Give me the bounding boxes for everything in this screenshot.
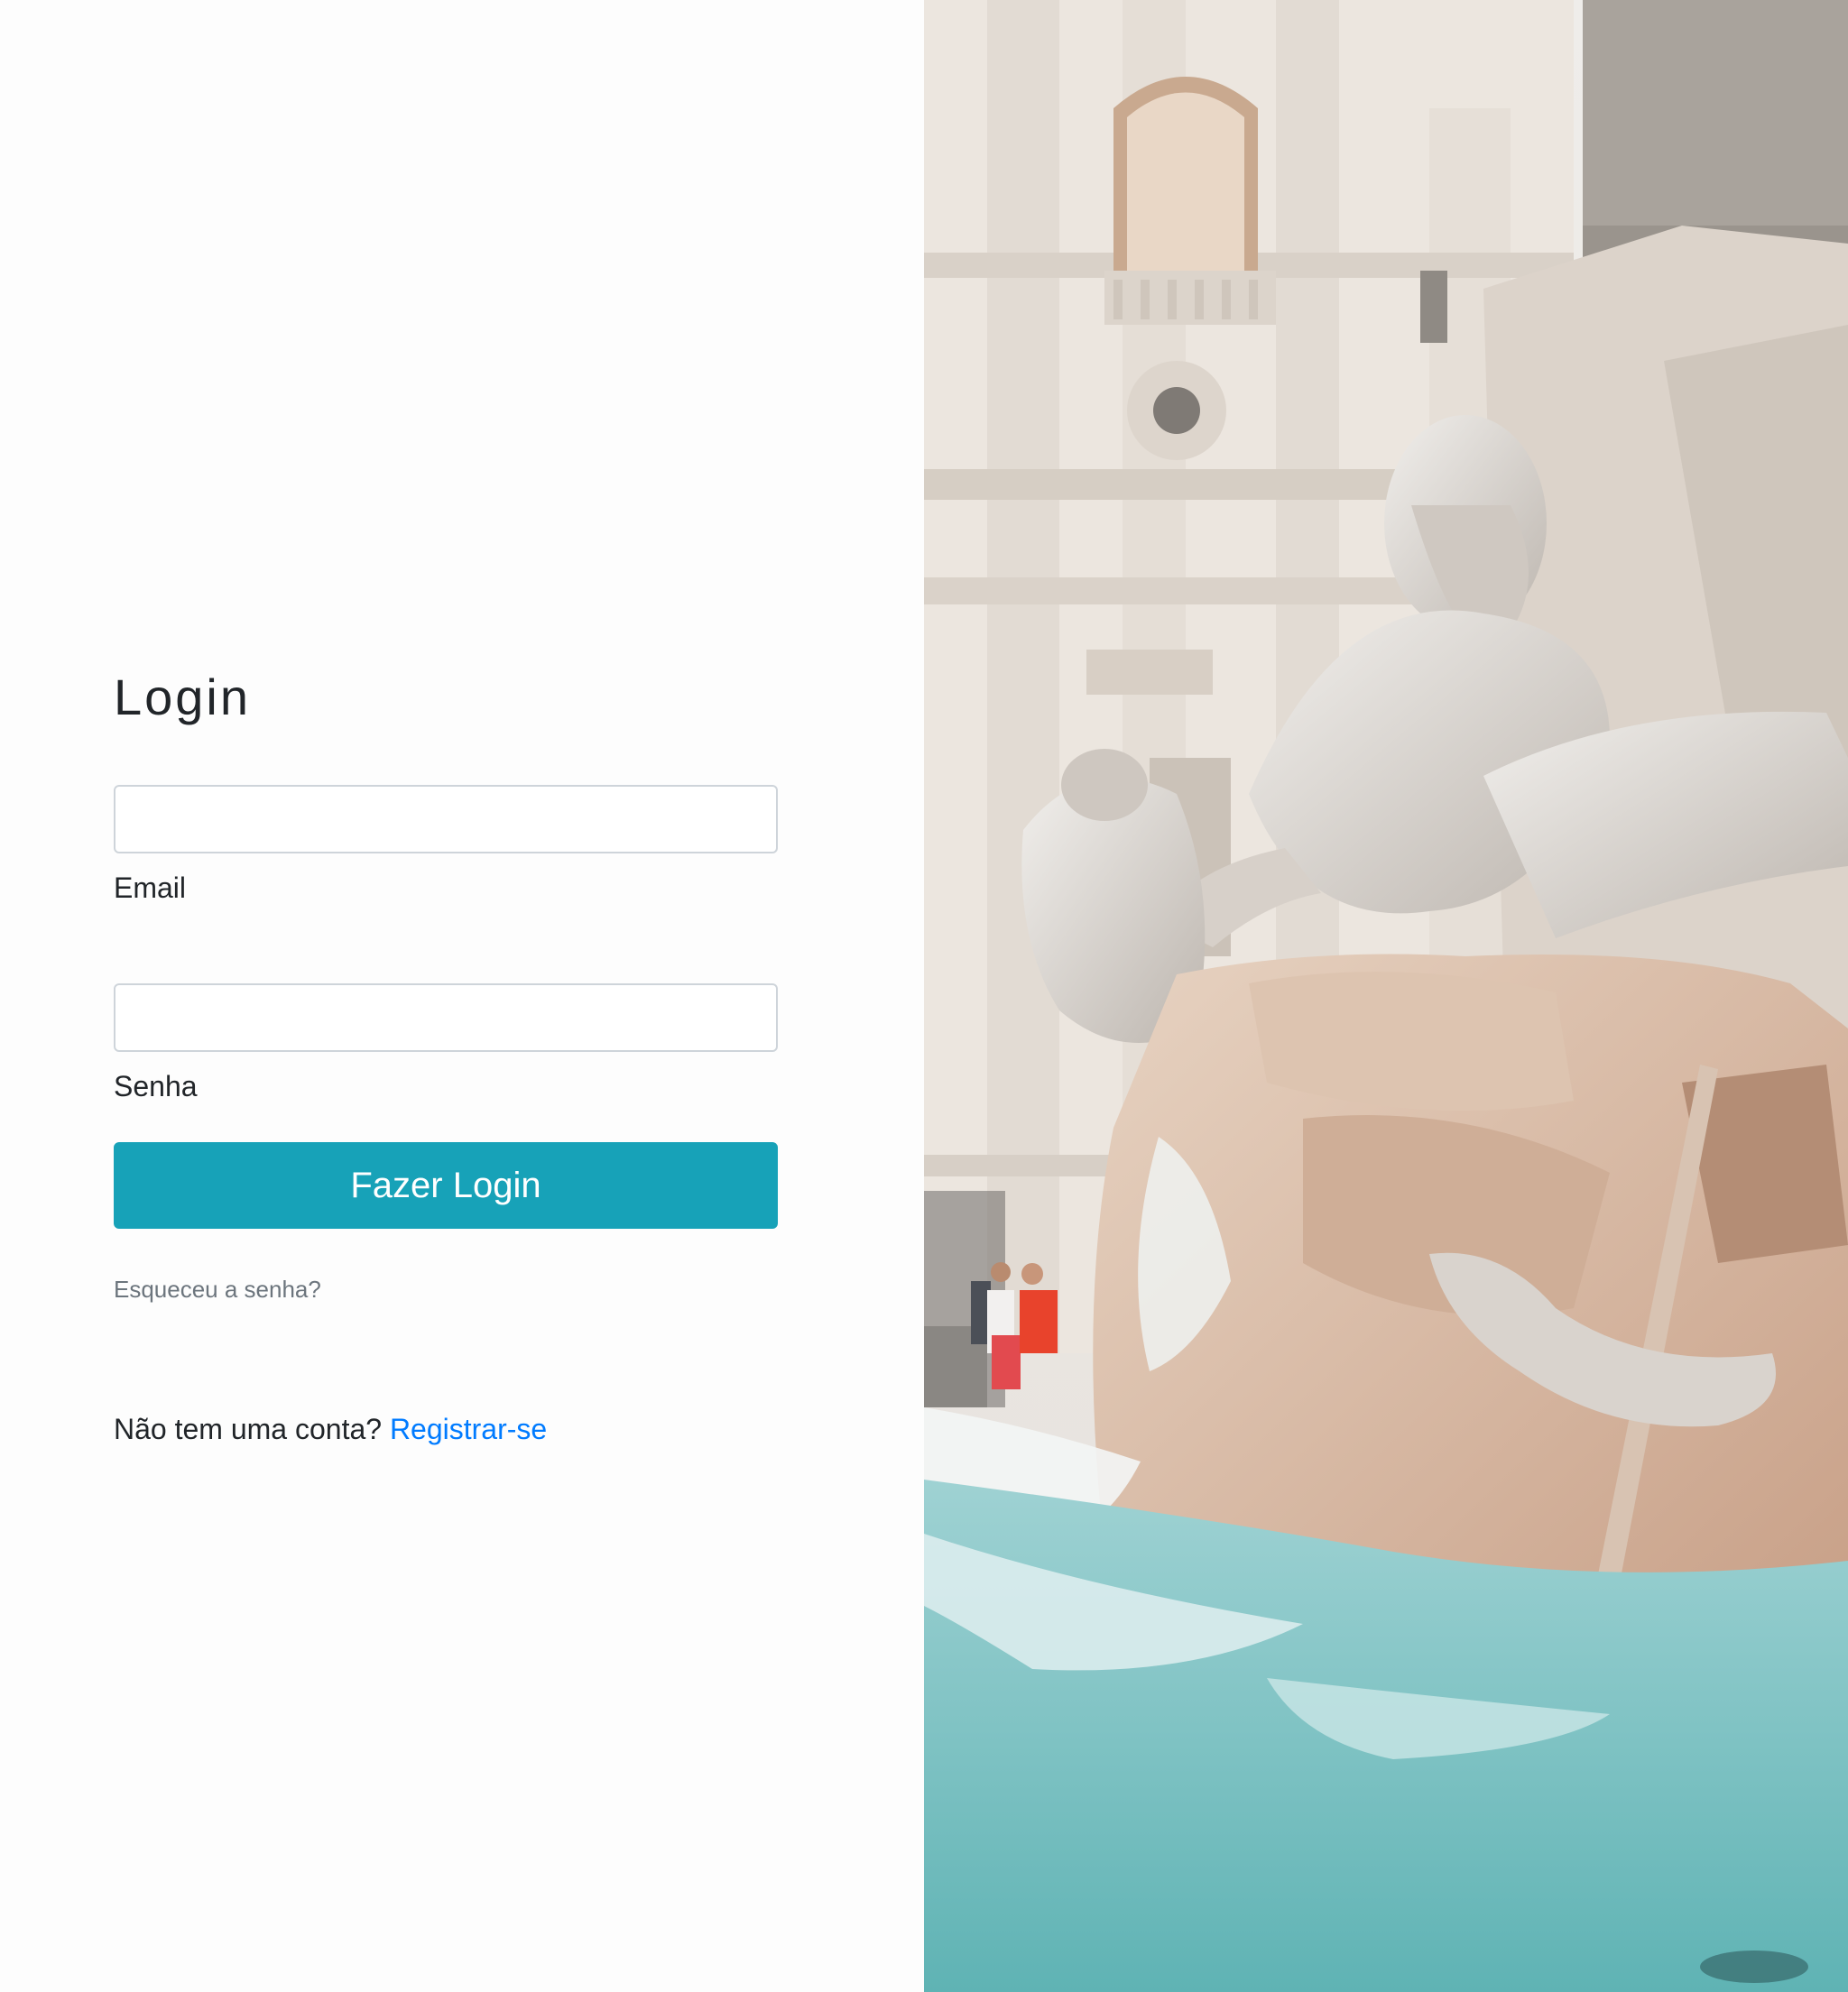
forgot-password-link[interactable]: Esqueceu a senha? <box>114 1274 321 1305</box>
email-field[interactable] <box>114 785 778 853</box>
page-title: Login <box>114 669 252 725</box>
login-button[interactable]: Fazer Login <box>114 1142 778 1229</box>
register-link[interactable]: Registrar-se <box>390 1413 547 1445</box>
password-group: Senha <box>114 983 778 1104</box>
email-group: Email <box>114 785 778 906</box>
password-field[interactable] <box>114 983 778 1052</box>
signup-prompt: Não tem uma conta? <box>114 1413 383 1445</box>
signup-row: Não tem uma conta? Registrar-se <box>114 1411 778 1447</box>
fountain-illustration <box>924 0 1848 1992</box>
email-label: Email <box>114 872 187 904</box>
login-panel: Login Email Senha Fazer Login Esqueceu a… <box>0 0 924 1992</box>
login-form: Login Email Senha Fazer Login Esqueceu a… <box>114 668 778 1447</box>
hero-image <box>924 0 1848 1992</box>
password-label: Senha <box>114 1070 198 1102</box>
